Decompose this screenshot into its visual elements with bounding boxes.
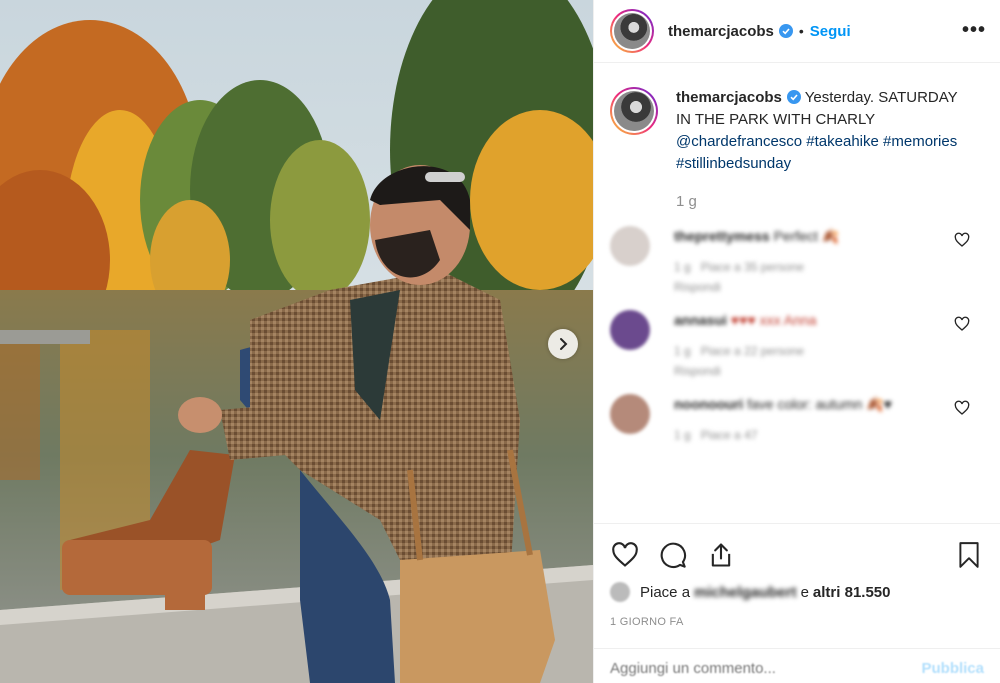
reply-button[interactable]: Rispondi (674, 364, 934, 378)
post-date: 1 GIORNO FA (610, 616, 684, 628)
likes-prefix: Piace a (640, 583, 691, 601)
comment-age: 1 g (674, 260, 691, 274)
comment-input[interactable] (610, 660, 922, 677)
comment-avatar[interactable] (610, 226, 650, 266)
comments-list[interactable]: themarcjacobs Yesterday. SATURDAY IN THE… (594, 63, 1000, 523)
header-separator: • (798, 23, 804, 39)
follow-button[interactable]: Segui (810, 23, 851, 40)
post-photo[interactable] (0, 0, 593, 683)
caption-hashtag[interactable]: #memories (883, 133, 957, 150)
comment-likes[interactable]: Piace a 35 persone (701, 260, 804, 274)
comment-likes[interactable]: Piace a 47 (701, 428, 758, 442)
comment-username[interactable]: theprettymess (674, 228, 770, 244)
share-icon (711, 543, 731, 567)
liker-avatar[interactable] (610, 582, 630, 602)
heart-icon (612, 542, 638, 567)
bookmark-icon (959, 542, 979, 568)
share-button[interactable] (706, 540, 736, 570)
publish-button[interactable]: Pubblica (921, 660, 984, 677)
chevron-right-icon (560, 338, 568, 350)
like-button[interactable] (610, 540, 640, 570)
comment-age: 1 g (674, 428, 691, 442)
author-username[interactable]: themarcjacobs (668, 23, 774, 40)
post-header: themarcjacobs • Segui ••• (594, 0, 1000, 63)
save-button[interactable] (954, 540, 984, 570)
comment-like-heart-icon[interactable] (954, 316, 970, 332)
action-icons-row (610, 538, 984, 572)
comment-username[interactable]: annasui (674, 312, 727, 328)
caption-username[interactable]: themarcjacobs (676, 89, 782, 106)
comment-item: noonoouri fave color: autumn 🍂♥ 1 g Piac… (610, 394, 984, 442)
caption-text: themarcjacobs Yesterday. SATURDAY IN THE… (676, 87, 976, 175)
caption-age: 1 g (676, 193, 697, 210)
verified-badge-icon (786, 90, 801, 104)
post-side-panel: themarcjacobs • Segui ••• themarcjacobs … (593, 0, 1000, 683)
likes-user[interactable]: michelgaubert (694, 584, 797, 601)
likes-others[interactable]: altri 81.550 (813, 584, 891, 601)
comment-text: fave color: autumn 🍂♥ (747, 396, 892, 412)
caption-mention[interactable]: @chardefrancesco (676, 133, 802, 150)
comment-text: Perfect 🍂 (773, 228, 840, 244)
caption-time-word: Yesterday. (804, 89, 875, 106)
comment-text: ♥♥♥ xxx Anna (730, 312, 817, 328)
photo-scene (0, 0, 593, 683)
comment-avatar[interactable] (610, 310, 650, 350)
add-comment-bar: Pubblica (594, 648, 1000, 683)
caption-avatar[interactable] (610, 87, 658, 135)
comment-avatar[interactable] (610, 394, 650, 434)
author-avatar[interactable] (610, 9, 654, 53)
comment-likes[interactable]: Piace a 22 persone (701, 344, 804, 358)
caption-hashtag[interactable]: #stillinbedsunday (676, 155, 791, 172)
likes-summary: Piace a michelgaubert e altri 81.550 (610, 582, 984, 602)
comment-like-heart-icon[interactable] (954, 232, 970, 248)
caption-hashtag[interactable]: #takeahike (806, 133, 879, 150)
comment-item: annasui ♥♥♥ xxx Anna 1 g Piace a 22 pers… (610, 310, 984, 378)
comment-item: theprettymess Perfect 🍂 1 g Piace a 35 p… (610, 226, 984, 294)
verified-badge-icon (778, 24, 793, 38)
comment-button[interactable] (658, 540, 688, 570)
post-actions: Piace a michelgaubert e altri 81.550 1 G… (594, 523, 1000, 683)
reply-button[interactable]: Rispondi (674, 280, 934, 294)
comment-username[interactable]: noonoouri (674, 396, 743, 412)
more-options-icon[interactable]: ••• (962, 19, 986, 42)
post-caption: themarcjacobs Yesterday. SATURDAY IN THE… (610, 87, 984, 175)
carousel-next-button[interactable] (548, 329, 578, 359)
comment-age: 1 g (674, 344, 691, 358)
comment-icon (660, 542, 686, 568)
likes-and: e (800, 583, 809, 601)
comment-like-heart-icon[interactable] (954, 400, 970, 416)
